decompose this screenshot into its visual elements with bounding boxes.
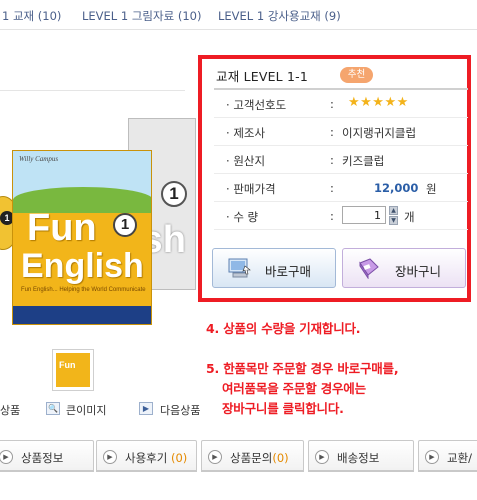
tab-reviews[interactable]: ▶ 사용후기 (0)	[96, 440, 197, 472]
add-to-cart-button[interactable]: 장바구니	[342, 248, 466, 288]
prev-product-link[interactable]: 상품	[0, 402, 20, 418]
next-product-link[interactable]: 다음상품	[160, 402, 200, 418]
product-thumbnail[interactable]: Fun	[52, 349, 94, 391]
detail-tabs: ▶ 상품정보 ▶ 사용후기 (0) ▶ 상품문의(0) ▶ 배송정보 ▶ 교환/	[0, 440, 477, 474]
tab-shipping-info[interactable]: ▶ 배송정보	[308, 440, 414, 472]
next-arrow-icon[interactable]: ▶	[139, 402, 153, 415]
instruction-note-5-line1: 5. 한품목만 주문할 경우 바로구매를,	[206, 361, 399, 376]
arrow-right-icon: ▶	[425, 450, 439, 464]
quantity-down-icon[interactable]: ▼	[389, 216, 398, 225]
product-title: 교재 LEVEL 1-1	[216, 69, 309, 84]
book-brand: Willy Campus	[19, 155, 59, 163]
tab-exchange-return[interactable]: ▶ 교환/	[418, 440, 477, 472]
category-tabs: 1 교재 (10) LEVEL 1 그림자료 (10) LEVEL 1 강사용교…	[0, 0, 477, 30]
instruction-note-4: 4. 상품의 수량을 기재합니다.	[206, 321, 361, 336]
tab-picture-material[interactable]: LEVEL 1 그림자료 (10)	[82, 8, 201, 24]
book-front-cover: Willy Campus Fun English 1 Fun English..…	[12, 150, 152, 325]
maker-value: 이지랭귀지클럽	[342, 126, 417, 140]
book-title-line1: Fun	[27, 207, 97, 249]
quantity-input[interactable]	[342, 206, 386, 224]
origin-value: 키즈클럽	[342, 154, 385, 168]
price-value: 12,000	[374, 181, 419, 195]
row-quantity: · 수 량 : ▲ ▼ 개	[214, 202, 468, 230]
magnifier-icon[interactable]: 🔍	[46, 402, 60, 415]
tab-product-qna[interactable]: ▶ 상품문의(0)	[201, 440, 304, 472]
row-rating: · 고객선호도 : ★★★★★	[214, 90, 468, 118]
rating-stars-icon: ★★★★★	[348, 95, 409, 110]
product-info-table: · 고객선호도 : ★★★★★ · 제조사 : 이지랭귀지클럽 · 원산지 : …	[214, 88, 468, 230]
tab-product-info[interactable]: ▶ 상품정보	[0, 440, 94, 472]
divider	[0, 90, 185, 91]
quantity-up-icon[interactable]: ▲	[389, 206, 398, 215]
arrow-right-icon: ▶	[208, 450, 222, 464]
tab-textbook[interactable]: 1 교재 (10)	[2, 8, 61, 24]
arrow-right-icon: ▶	[0, 450, 13, 464]
large-image-link[interactable]: 큰이미지	[66, 402, 106, 418]
arrow-right-icon: ▶	[103, 450, 117, 464]
tab-teacher-textbook[interactable]: LEVEL 1 강사용교재 (9)	[218, 8, 341, 24]
shopping-bag-icon	[359, 258, 379, 279]
recommend-badge: 추천	[340, 67, 373, 83]
buy-now-button[interactable]: 바로구매	[212, 248, 336, 288]
instruction-note-5-line3: 장바구니를 클릭합니다.	[222, 401, 344, 416]
row-maker: · 제조사 : 이지랭귀지클럽	[214, 118, 468, 146]
row-origin: · 원산지 : 키즈클럽	[214, 146, 468, 174]
book-level-number: 1	[113, 213, 137, 237]
book-tagline: Fun English... Helping the World Communi…	[21, 287, 146, 293]
computer-icon	[228, 258, 251, 278]
instruction-note-5-line2: 여러품목을 주문할 경우에는	[222, 381, 366, 396]
arrow-right-icon: ▶	[315, 450, 329, 464]
row-price: · 판매가격 : 12,000 원	[214, 174, 468, 202]
book-title-line2: English	[21, 247, 144, 285]
